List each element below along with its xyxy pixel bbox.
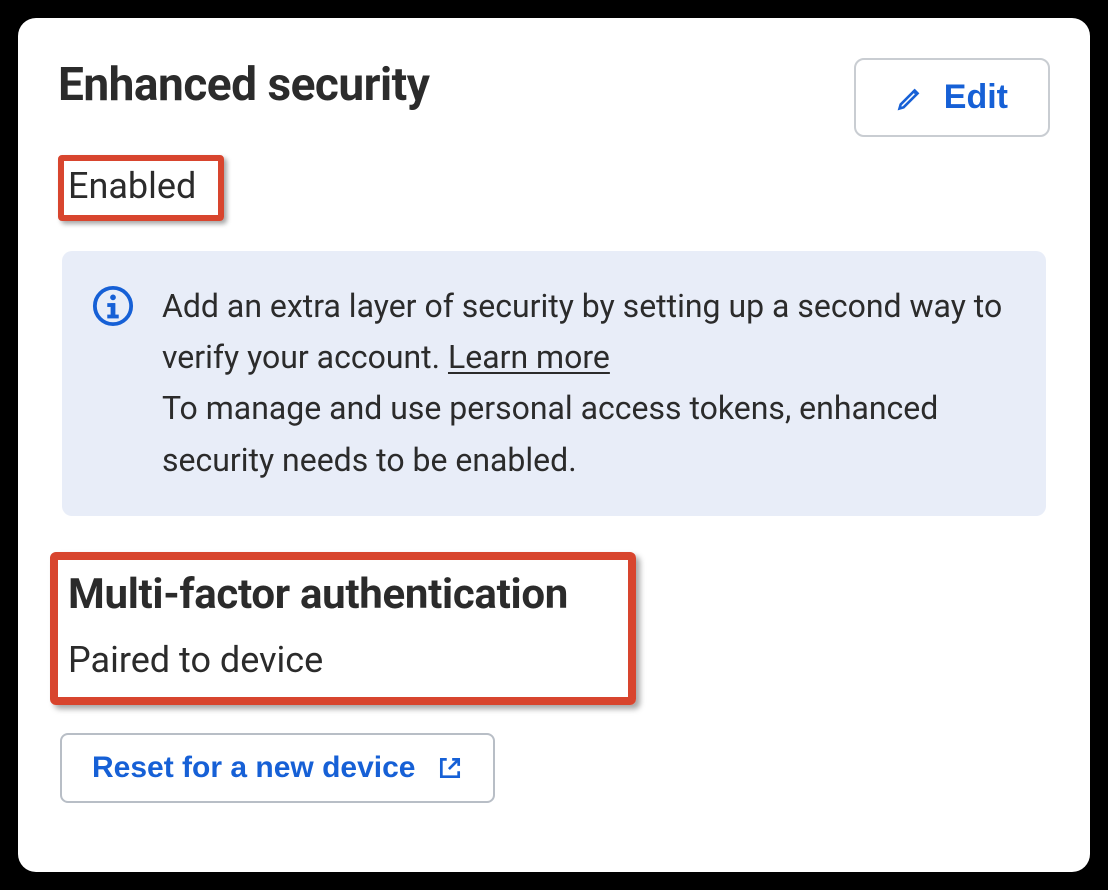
reset-device-button[interactable]: Reset for a new device	[60, 733, 495, 803]
info-icon-wrap	[92, 281, 134, 486]
info-text: Add an extra layer of security by settin…	[162, 281, 1006, 486]
learn-more-link[interactable]: Learn more	[448, 338, 610, 376]
enabled-status: Enabled	[62, 161, 210, 213]
reset-device-label: Reset for a new device	[92, 751, 415, 785]
edit-button[interactable]: Edit	[854, 58, 1050, 137]
enabled-highlight: Enabled	[58, 155, 224, 221]
panel-header: Enhanced security Edit	[58, 58, 1050, 137]
info-text-part2: To manage and use personal access tokens…	[162, 389, 938, 478]
edit-button-label: Edit	[944, 78, 1008, 117]
external-link-icon	[437, 755, 463, 781]
enhanced-security-panel: Enhanced security Edit Enabled Add an ex…	[18, 18, 1090, 872]
pencil-icon	[896, 84, 924, 112]
mfa-highlight: Multi-factor authentication Paired to de…	[50, 552, 636, 705]
info-icon	[92, 285, 134, 327]
info-callout: Add an extra layer of security by settin…	[62, 251, 1046, 516]
mfa-title: Multi-factor authentication	[68, 570, 568, 619]
panel-title: Enhanced security	[58, 58, 429, 112]
mfa-status: Paired to device	[68, 639, 568, 681]
